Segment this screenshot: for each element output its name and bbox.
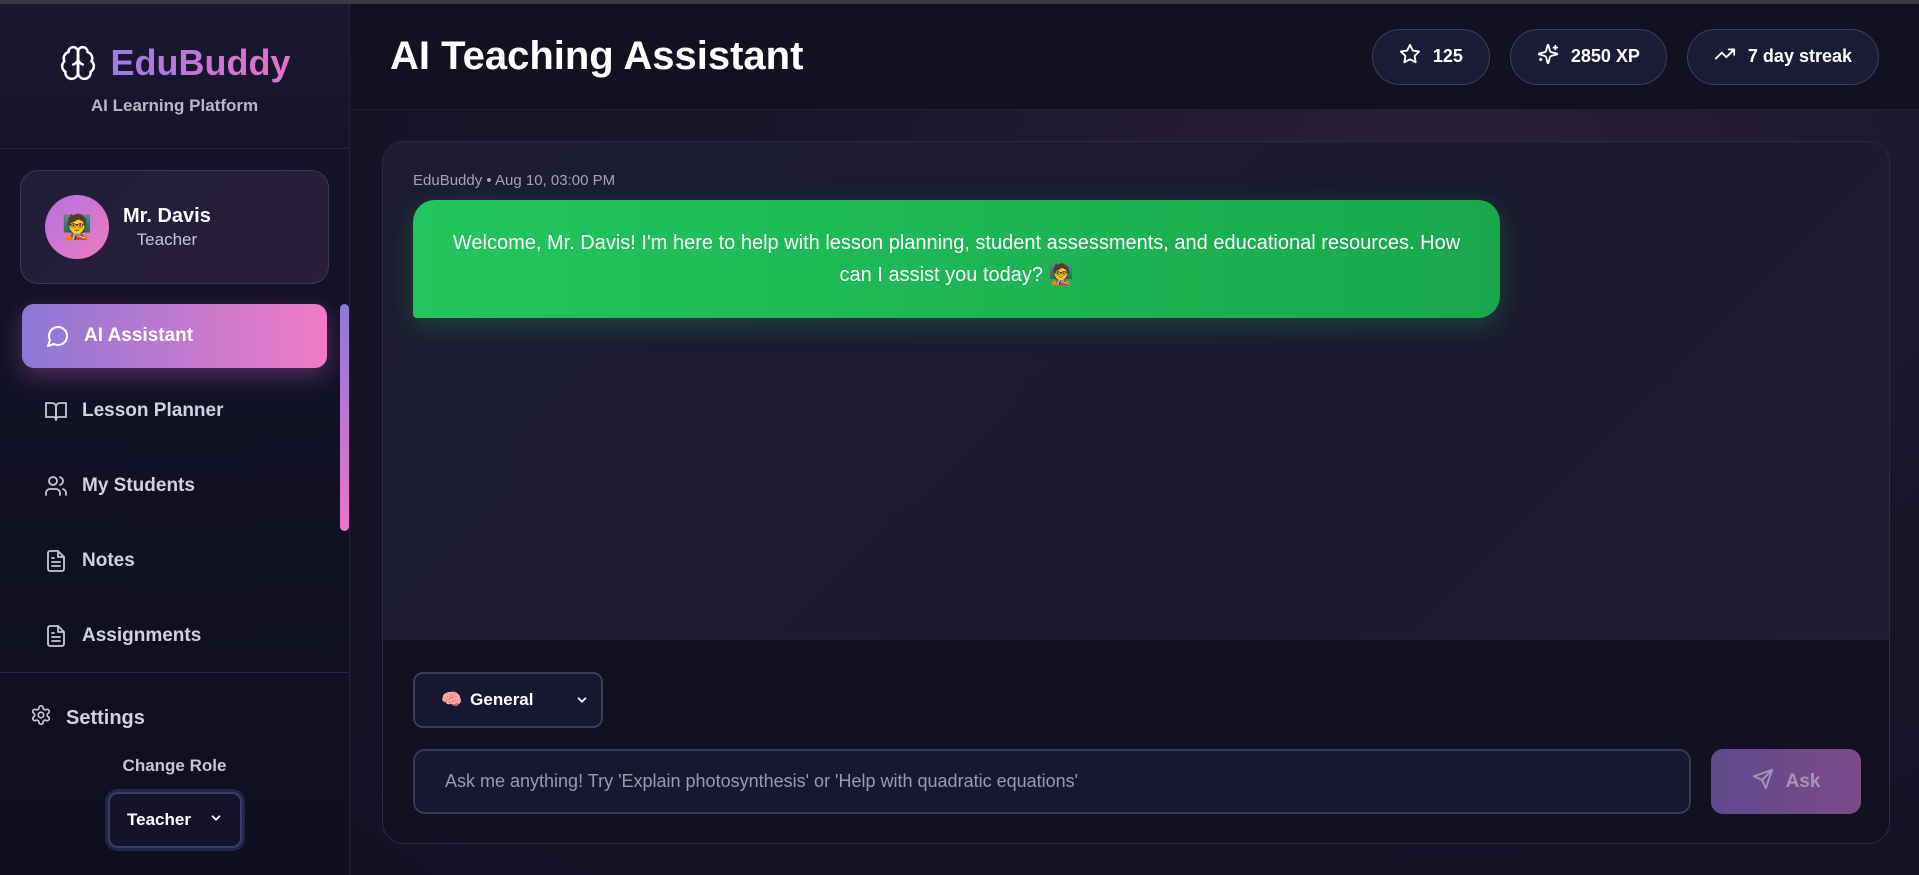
mode-select-value: General: [470, 690, 534, 709]
settings-link[interactable]: Settings: [30, 704, 145, 732]
trending-up-icon: [1714, 43, 1736, 70]
brain-icon: [59, 44, 97, 82]
message-meta: EduBuddy • Aug 10, 03:00 PM: [413, 172, 615, 189]
stats-bar: 125 2850 XP 7 day streak: [1371, 28, 1879, 85]
sidebar-item-label: Notes: [82, 550, 135, 571]
sidebar-item-assignments[interactable]: Assignments: [22, 604, 327, 668]
profile-name: Mr. Davis: [123, 204, 211, 227]
brand-header: EduBuddy AI Learning Platform: [0, 4, 349, 149]
brand-name: EduBuddy: [110, 42, 291, 83]
composer: 🧠 General Ask: [383, 639, 1889, 843]
page-header: AI Teaching Assistant 125 2850 XP 7 day …: [350, 4, 1919, 110]
brain-emoji-icon: 🧠: [441, 690, 463, 709]
gear-icon: [30, 704, 52, 732]
sidebar-scrollbar[interactable]: [340, 304, 349, 531]
brand-subtitle: AI Learning Platform: [90, 96, 259, 115]
stars-count: 125: [1432, 46, 1463, 66]
xp-badge[interactable]: 2850 XP: [1509, 28, 1667, 85]
sidebar-item-label: Lesson Planner: [82, 400, 224, 421]
users-icon: [44, 474, 68, 498]
sidebar-item-my-students[interactable]: My Students: [22, 454, 327, 518]
settings-label: Settings: [66, 706, 145, 729]
sidebar-divider: [0, 672, 349, 673]
streak-value: 7 day streak: [1747, 46, 1852, 66]
brand-logo-row[interactable]: EduBuddy: [59, 42, 291, 84]
sidebar-item-notes[interactable]: Notes: [22, 529, 327, 593]
message-text: Welcome, Mr. Davis! I'm here to help wit…: [452, 232, 1461, 286]
role-select-value: Teacher: [127, 810, 191, 829]
avatar: 🧑‍🏫: [45, 195, 109, 259]
profile-text: Mr. Davis Teacher: [123, 205, 211, 250]
sidebar-nav: AI Assistant Lesson Planner My Students …: [22, 304, 327, 679]
chat-panel: EduBuddy • Aug 10, 03:00 PM Welcome, Mr.…: [382, 141, 1890, 844]
page-title: AI Teaching Assistant: [390, 34, 804, 78]
role-select[interactable]: Teacher: [108, 792, 242, 848]
document-icon: [44, 549, 68, 573]
main-content: AI Teaching Assistant 125 2850 XP 7 day …: [350, 4, 1919, 875]
message-sender: EduBuddy: [413, 172, 483, 189]
message-time: Aug 10, 03:00 PM: [495, 172, 616, 189]
chevron-down-icon: [575, 692, 589, 712]
profile-role: Teacher: [136, 229, 198, 249]
sidebar: EduBuddy AI Learning Platform 🧑‍🏫 Mr. Da…: [0, 4, 350, 875]
mode-select[interactable]: 🧠 General: [413, 672, 603, 728]
stars-badge[interactable]: 125: [1371, 28, 1490, 85]
ask-button-label: Ask: [1785, 770, 1821, 792]
change-role-label: Change Role: [122, 756, 227, 775]
chat-bubble-icon: [46, 324, 70, 348]
sidebar-item-ai-assistant[interactable]: AI Assistant: [22, 304, 327, 368]
app-shell: EduBuddy AI Learning Platform 🧑‍🏫 Mr. Da…: [0, 4, 1919, 875]
meta-separator: •: [486, 172, 495, 189]
book-open-icon: [44, 399, 68, 423]
document-icon: [44, 624, 68, 648]
sidebar-item-lesson-planner[interactable]: Lesson Planner: [22, 379, 327, 443]
sparkles-icon: [1537, 43, 1559, 70]
sidebar-item-label: Assignments: [82, 625, 202, 646]
send-icon: [1752, 768, 1774, 796]
streak-badge[interactable]: 7 day streak: [1686, 28, 1879, 85]
star-icon: [1399, 43, 1421, 70]
question-input[interactable]: [413, 749, 1691, 814]
assistant-message-bubble: Welcome, Mr. Davis! I'm here to help wit…: [413, 200, 1500, 318]
xp-value: 2850 XP: [1570, 46, 1640, 66]
ask-button[interactable]: Ask: [1711, 749, 1861, 814]
chevron-down-icon: [209, 810, 223, 830]
sidebar-item-label: My Students: [82, 475, 195, 496]
user-profile-card[interactable]: 🧑‍🏫 Mr. Davis Teacher: [20, 170, 329, 284]
sidebar-item-label: AI Assistant: [84, 325, 194, 346]
